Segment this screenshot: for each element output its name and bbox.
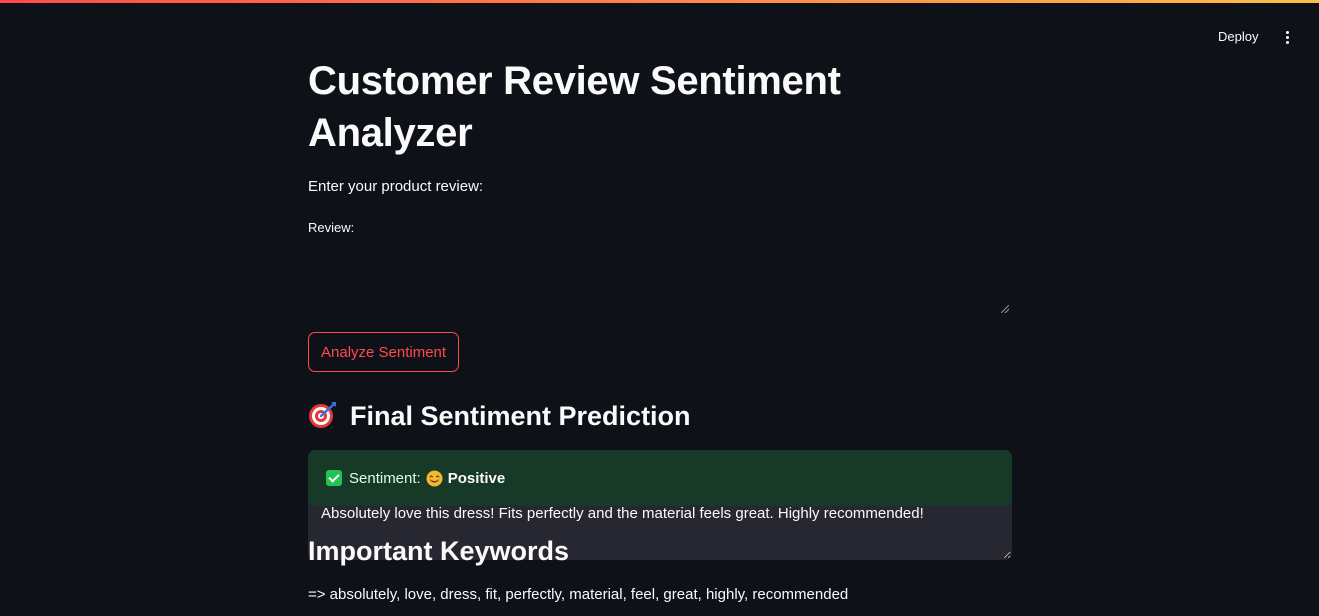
page-title: Customer Review Sentiment Analyzer bbox=[308, 59, 841, 155]
app-header: Deploy bbox=[0, 0, 1319, 60]
analyze-sentiment-button[interactable]: Analyze Sentiment bbox=[308, 332, 460, 372]
more-vertical-icon[interactable] bbox=[1276, 26, 1298, 48]
deploy-button[interactable]: Deploy bbox=[1209, 26, 1267, 48]
keywords-list: => absolutely, love, dress, fit, perfect… bbox=[308, 586, 849, 603]
prediction-heading: Final Sentiment Prediction bbox=[308, 398, 691, 434]
sentiment-result-box: Sentiment: Positive bbox=[308, 450, 1012, 506]
instruction-text: Enter your product review: bbox=[308, 178, 484, 195]
sentiment-value: Positive bbox=[447, 469, 506, 487]
review-field-label: Review: bbox=[308, 220, 355, 235]
prediction-heading-text: Final Sentiment Prediction bbox=[350, 401, 691, 431]
target-icon bbox=[309, 402, 336, 428]
sentiment-label: Sentiment: bbox=[349, 469, 421, 487]
smile-icon bbox=[426, 470, 443, 486]
keywords-heading: Important Keywords bbox=[308, 536, 570, 566]
review-textarea-container: Absolutely love this dress! Fits perfect… bbox=[308, 244, 1012, 560]
resize-handle-icon[interactable] bbox=[1001, 305, 1009, 313]
check-icon bbox=[326, 470, 342, 486]
